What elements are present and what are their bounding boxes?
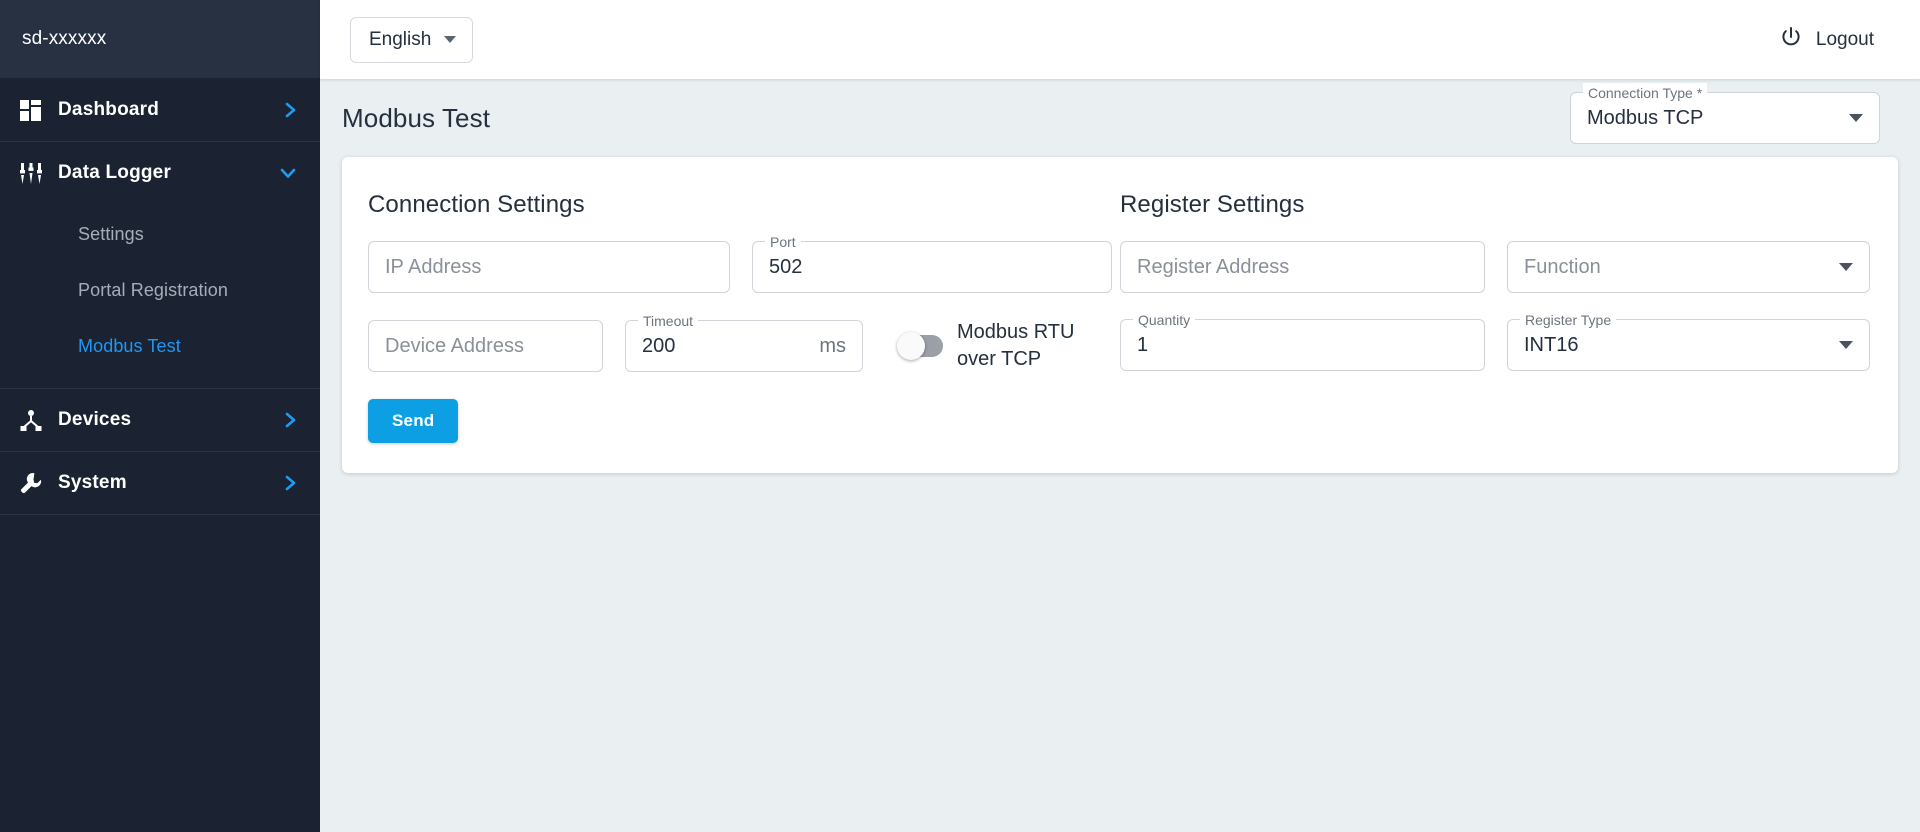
chevron-right-icon bbox=[284, 410, 298, 430]
rtu-over-tcp-toggle-wrapper: Modbus RTU over TCP bbox=[897, 319, 1074, 373]
chevron-down-icon bbox=[278, 166, 298, 180]
sidebar-group-dashboard: Dashboard bbox=[0, 79, 320, 142]
chevron-right-icon bbox=[284, 473, 298, 493]
sidebar-item-label: Devices bbox=[58, 409, 132, 430]
sidebar-submenu-data-logger: Settings Portal Registration Modbus Test bbox=[0, 204, 320, 388]
language-value: English bbox=[369, 28, 432, 50]
register-type-value: INT16 bbox=[1524, 333, 1579, 356]
timeout-unit: ms bbox=[819, 334, 846, 357]
sidebar-item-devices[interactable]: Devices bbox=[0, 389, 320, 451]
toggle-knob bbox=[897, 332, 925, 360]
logout-label: Logout bbox=[1815, 28, 1874, 50]
modbus-test-card: Connection Settings IP Address Port 502 … bbox=[342, 157, 1898, 473]
sidebar-item-label: Dashboard bbox=[58, 99, 160, 120]
sidebar-item-label: Data Logger bbox=[58, 162, 172, 183]
connection-type-select[interactable]: Connection Type * Modbus TCP bbox=[1570, 83, 1880, 144]
timeout-input[interactable]: Timeout 200 ms bbox=[625, 311, 863, 372]
rtu-over-tcp-label-line2: over TCP bbox=[957, 348, 1042, 370]
connection-type-wrapper: Connection Type * Modbus TCP bbox=[1570, 83, 1880, 144]
dashboard-icon bbox=[20, 99, 50, 121]
sidebar-item-modbus-test[interactable]: Modbus Test bbox=[0, 318, 320, 374]
sliders-icon bbox=[20, 162, 50, 184]
quantity-input[interactable]: Quantity 1 bbox=[1120, 310, 1485, 371]
sidebar-item-portal-registration[interactable]: Portal Registration bbox=[0, 262, 320, 318]
register-row-2: Quantity 1 Register Type INT16 bbox=[1120, 310, 1872, 371]
page-header: Modbus Test Connection Type * Modbus TCP bbox=[320, 79, 1920, 157]
register-type-select[interactable]: Register Type INT16 bbox=[1507, 310, 1870, 371]
chevron-down-icon bbox=[444, 36, 457, 43]
topbar: English Logout bbox=[320, 0, 1920, 79]
connection-settings-column: Connection Settings IP Address Port 502 … bbox=[368, 181, 1120, 443]
quantity-value: 1 bbox=[1137, 333, 1149, 356]
sidebar-item-dashboard[interactable]: Dashboard bbox=[0, 79, 320, 141]
register-type-legend: Register Type bbox=[1520, 310, 1617, 330]
sidebar-item-data-logger[interactable]: Data Logger bbox=[0, 142, 320, 204]
send-button[interactable]: Send bbox=[368, 399, 459, 443]
register-address-input[interactable]: Register Address bbox=[1120, 241, 1485, 293]
connection-row-1: IP Address Port 502 bbox=[368, 232, 1120, 293]
ip-address-input[interactable]: IP Address bbox=[368, 241, 730, 293]
logout-button[interactable]: Logout bbox=[1779, 25, 1880, 55]
connection-settings-title: Connection Settings bbox=[368, 191, 585, 218]
sidebar-group-data-logger: Data Logger Settings Portal Registration… bbox=[0, 142, 320, 389]
sidebar-group-devices: Devices bbox=[0, 389, 320, 452]
sidebar: sd-xxxxxx Dashboard Data Logger Settings… bbox=[0, 0, 320, 832]
power-icon bbox=[1779, 25, 1803, 55]
language-select[interactable]: English bbox=[350, 16, 474, 63]
sidebar-item-label: System bbox=[58, 472, 127, 493]
register-row-1: Register Address Function bbox=[1120, 241, 1872, 293]
main-area: English Logout Modbus Test Connection Ty… bbox=[320, 0, 1920, 832]
device-address-input[interactable]: Device Address bbox=[368, 320, 603, 372]
ip-address-placeholder: IP Address bbox=[385, 255, 482, 278]
sidebar-item-system[interactable]: System bbox=[0, 452, 320, 514]
chevron-right-icon bbox=[284, 100, 298, 120]
rtu-over-tcp-toggle[interactable] bbox=[897, 332, 943, 360]
chevron-down-icon bbox=[1849, 114, 1863, 122]
sidebar-group-system: System bbox=[0, 452, 320, 515]
register-address-placeholder: Register Address bbox=[1137, 255, 1290, 278]
wrench-icon bbox=[20, 472, 50, 494]
device-address-placeholder: Device Address bbox=[385, 334, 524, 357]
settings-columns: Connection Settings IP Address Port 502 … bbox=[368, 181, 1872, 443]
connection-row-2: Device Address Timeout 200 ms Modbus RTU… bbox=[368, 311, 1120, 373]
connection-type-legend: Connection Type * bbox=[1583, 83, 1708, 103]
port-value: 502 bbox=[769, 255, 803, 278]
chevron-down-icon bbox=[1839, 341, 1853, 349]
port-legend: Port bbox=[765, 232, 801, 252]
function-placeholder: Function bbox=[1524, 255, 1601, 278]
rtu-over-tcp-label-line1: Modbus RTU bbox=[957, 321, 1075, 343]
timeout-legend: Timeout bbox=[638, 311, 699, 331]
timeout-value: 200 bbox=[642, 334, 676, 357]
quantity-legend: Quantity bbox=[1133, 310, 1196, 330]
brand-title: sd-xxxxxx bbox=[0, 0, 320, 79]
register-settings-column: Register Settings Register Address Funct… bbox=[1120, 181, 1872, 443]
send-row: Send bbox=[368, 399, 1120, 443]
port-input[interactable]: Port 502 bbox=[752, 232, 1112, 293]
sidebar-item-settings[interactable]: Settings bbox=[0, 206, 320, 262]
rtu-over-tcp-label: Modbus RTU over TCP bbox=[957, 319, 1074, 373]
register-settings-title: Register Settings bbox=[1120, 191, 1305, 218]
chevron-down-icon bbox=[1839, 263, 1853, 271]
function-select[interactable]: Function bbox=[1507, 241, 1870, 293]
app-root: sd-xxxxxx Dashboard Data Logger Settings… bbox=[0, 0, 1920, 832]
connection-type-value: Modbus TCP bbox=[1587, 106, 1704, 129]
page-title: Modbus Test bbox=[342, 102, 491, 133]
device-tree-icon bbox=[20, 409, 50, 431]
